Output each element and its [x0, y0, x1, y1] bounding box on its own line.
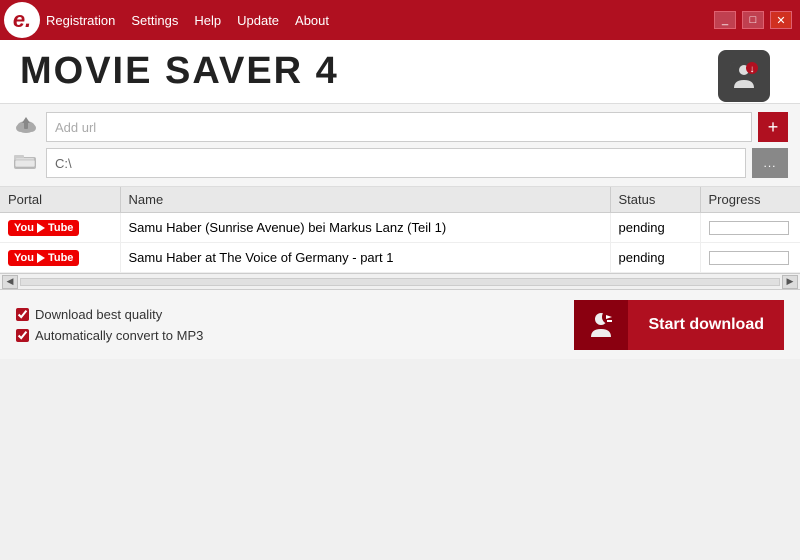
- progress-bar: [709, 221, 789, 235]
- convert-mp3-checkbox[interactable]: [16, 329, 29, 342]
- table-row: You Tube Samu Haber (Sunrise Avenue) bei…: [0, 213, 800, 243]
- cloud-upload-icon: [14, 116, 38, 134]
- menu-settings[interactable]: Settings: [131, 13, 178, 28]
- col-header-status: Status: [610, 187, 700, 213]
- browse-button[interactable]: ...: [752, 148, 788, 178]
- close-button[interactable]: ✕: [770, 11, 792, 29]
- add-url-button[interactable]: +: [758, 112, 788, 142]
- app-title: MOVIE SAVER 4: [20, 50, 339, 93]
- horizontal-scrollbar[interactable]: ◀ ▶: [0, 273, 800, 289]
- scroll-right-button[interactable]: ▶: [782, 275, 798, 289]
- col-header-progress: Progress: [700, 187, 800, 213]
- download-table-area: Portal Name Status Progress You Tube Sam…: [0, 187, 800, 273]
- app-icon: ↓: [718, 50, 770, 102]
- cell-progress: [700, 213, 800, 243]
- menu-update[interactable]: Update: [237, 13, 279, 28]
- svg-text:↓: ↓: [750, 64, 755, 75]
- menu-bar: Registration Settings Help Update About: [46, 13, 329, 28]
- youtube-badge: You Tube: [8, 250, 79, 266]
- options-panel: Download best quality Automatically conv…: [16, 307, 203, 343]
- input-area: + ...: [0, 104, 800, 187]
- table-header-row: Portal Name Status Progress: [0, 187, 800, 213]
- best-quality-option[interactable]: Download best quality: [16, 307, 203, 322]
- scroll-left-button[interactable]: ◀: [2, 275, 18, 289]
- cell-status: pending: [610, 213, 700, 243]
- url-row: +: [12, 112, 788, 142]
- menu-registration[interactable]: Registration: [46, 13, 115, 28]
- convert-mp3-option[interactable]: Automatically convert to MP3: [16, 328, 203, 343]
- start-download-button[interactable]: Start download: [574, 300, 784, 350]
- cell-portal: You Tube: [0, 243, 120, 273]
- window-controls: _ □ ✕: [714, 11, 792, 29]
- start-download-icon: [574, 300, 628, 350]
- minimize-button[interactable]: _: [714, 11, 736, 29]
- download-start-icon: [585, 309, 617, 341]
- maximize-button[interactable]: □: [742, 11, 764, 29]
- yt-play-icon: [37, 223, 45, 233]
- title-bar: e. Registration Settings Help Update Abo…: [0, 0, 800, 40]
- app-logo: e.: [4, 2, 40, 38]
- cloud-icon: [12, 116, 40, 139]
- col-header-name: Name: [120, 187, 610, 213]
- cell-progress: [700, 243, 800, 273]
- path-input[interactable]: [46, 148, 746, 178]
- cell-name: Samu Haber (Sunrise Avenue) bei Markus L…: [120, 213, 610, 243]
- logo-letter: e.: [13, 9, 31, 31]
- yt-play-icon: [37, 253, 45, 263]
- menu-help[interactable]: Help: [194, 13, 221, 28]
- download-table: Portal Name Status Progress You Tube Sam…: [0, 187, 800, 273]
- folder-icon: [12, 152, 40, 175]
- menu-about[interactable]: About: [295, 13, 329, 28]
- cell-status: pending: [610, 243, 700, 273]
- scroll-track[interactable]: [20, 278, 780, 286]
- url-input[interactable]: [46, 112, 752, 142]
- convert-mp3-label: Automatically convert to MP3: [35, 328, 203, 343]
- table-wrapper: Portal Name Status Progress You Tube Sam…: [0, 187, 800, 273]
- youtube-badge: You Tube: [8, 220, 79, 236]
- folder-icon: [14, 152, 38, 170]
- header-area: MOVIE SAVER 4 ↓: [0, 40, 800, 104]
- progress-bar: [709, 251, 789, 265]
- col-header-portal: Portal: [0, 187, 120, 213]
- path-row: ...: [12, 148, 788, 178]
- table-row: You Tube Samu Haber at The Voice of Germ…: [0, 243, 800, 273]
- start-download-label: Start download: [628, 316, 784, 334]
- cell-name: Samu Haber at The Voice of Germany - par…: [120, 243, 610, 273]
- download-icon: ↓: [726, 58, 762, 94]
- title-bar-left: e. Registration Settings Help Update Abo…: [4, 2, 329, 38]
- best-quality-checkbox[interactable]: [16, 308, 29, 321]
- bottom-bar: Download best quality Automatically conv…: [0, 289, 800, 359]
- best-quality-label: Download best quality: [35, 307, 162, 322]
- cell-portal: You Tube: [0, 213, 120, 243]
